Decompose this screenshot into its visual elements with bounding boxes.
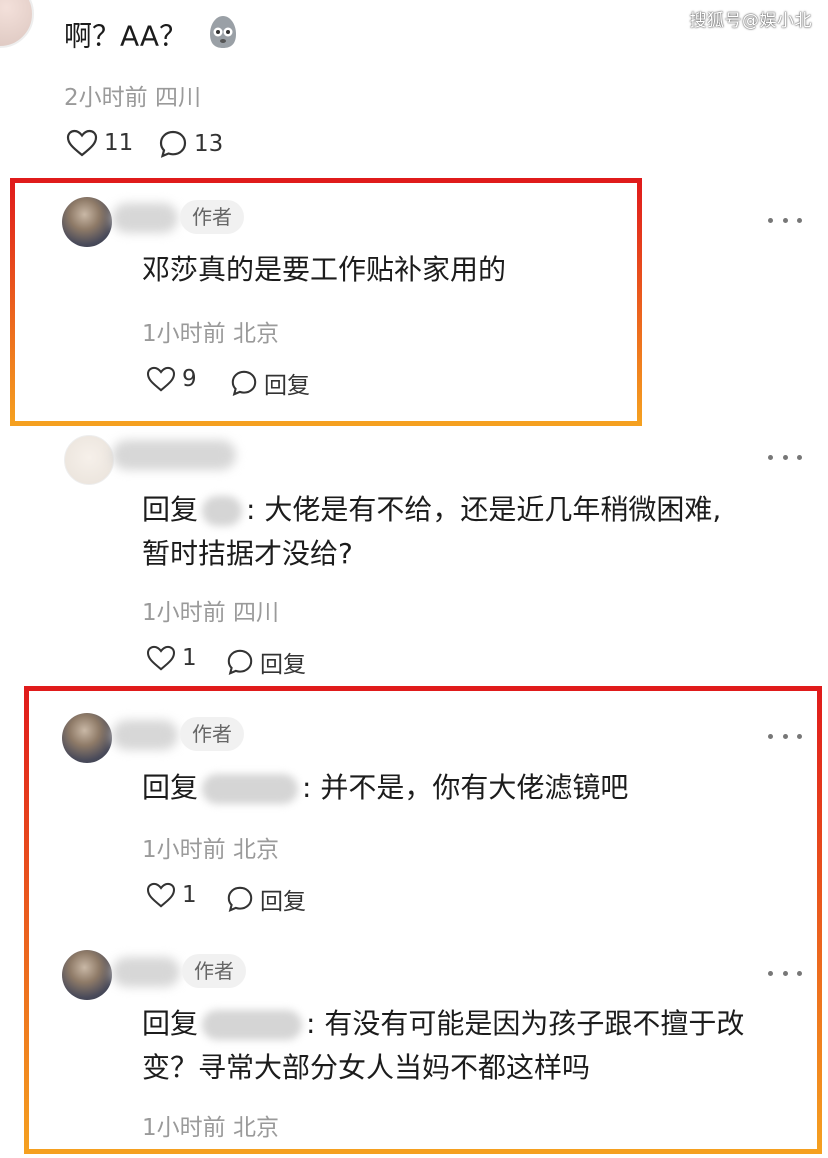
comment-icon bbox=[227, 886, 253, 912]
more-options-icon[interactable] bbox=[768, 215, 802, 225]
comment-meta: 1小时前 北京 bbox=[142, 837, 279, 863]
reply-label: 回复 bbox=[264, 373, 310, 399]
comment-text: 回复: 有没有可能是因为孩子跟不擅于改 bbox=[142, 1007, 745, 1040]
watermark: 搜狐号@娱小北 bbox=[689, 11, 812, 31]
username-blurred[interactable] bbox=[112, 203, 178, 233]
heart-icon bbox=[66, 129, 98, 157]
comment-meta: 1小时前 北京 bbox=[142, 1115, 279, 1141]
more-options-icon[interactable] bbox=[768, 968, 802, 978]
avatar[interactable] bbox=[64, 435, 114, 485]
author-badge: 作者 bbox=[180, 200, 244, 234]
reply-button[interactable]: 回复 bbox=[226, 645, 306, 679]
like-count: 1 bbox=[182, 882, 197, 908]
reply-label: 回复 bbox=[260, 652, 306, 678]
comment-icon bbox=[231, 370, 257, 396]
heart-icon bbox=[146, 366, 176, 392]
username-blurred[interactable] bbox=[112, 440, 236, 470]
comment-text-line2: 暂时拮据才没给? bbox=[142, 537, 353, 570]
comment-icon bbox=[159, 130, 187, 158]
username-blurred[interactable] bbox=[112, 720, 178, 750]
comment-text-line2: 变？寻常大部分女人当妈不都这样吗 bbox=[142, 1051, 591, 1084]
reply-button[interactable]: 回复 bbox=[230, 366, 310, 400]
comment-meta: 1小时前 四川 bbox=[142, 600, 279, 626]
author-badge: 作者 bbox=[182, 954, 246, 988]
mention-blurred[interactable] bbox=[202, 1010, 303, 1040]
like-button[interactable]: 1 bbox=[146, 645, 197, 671]
reply-label: 回复 bbox=[260, 889, 306, 915]
avatar[interactable] bbox=[62, 713, 112, 763]
reply-button[interactable]: 回复 bbox=[226, 882, 306, 916]
mention-blurred[interactable] bbox=[202, 774, 299, 804]
avatar[interactable] bbox=[0, 0, 34, 48]
like-button[interactable]: 11 bbox=[66, 129, 133, 157]
comment-text: 邓莎真的是要工作贴补家用的 bbox=[142, 253, 507, 286]
comment-icon bbox=[227, 649, 253, 675]
avatar[interactable] bbox=[62, 197, 112, 247]
comment-text: 回复: 并不是，你有大佬滤镜吧 bbox=[142, 771, 629, 804]
like-button[interactable]: 1 bbox=[146, 882, 197, 908]
comment-meta: 1小时前 北京 bbox=[142, 321, 279, 347]
avatar[interactable] bbox=[62, 950, 112, 1000]
heart-icon bbox=[146, 645, 176, 671]
like-count: 1 bbox=[182, 645, 197, 671]
like-count: 9 bbox=[182, 366, 197, 392]
more-options-icon[interactable] bbox=[768, 452, 802, 462]
mention-blurred[interactable] bbox=[202, 496, 243, 526]
like-button[interactable]: 9 bbox=[146, 366, 197, 392]
reply-count-button[interactable]: 13 bbox=[158, 129, 223, 159]
emoji-icon bbox=[206, 14, 240, 61]
heart-icon bbox=[146, 882, 176, 908]
comment-meta: 2小时前 四川 bbox=[64, 85, 201, 111]
author-badge: 作者 bbox=[180, 717, 244, 751]
more-options-icon[interactable] bbox=[768, 731, 802, 741]
reply-count: 13 bbox=[194, 131, 224, 157]
comment-text: 回复: 大佬是有不给，还是近几年稍微困难, bbox=[142, 493, 722, 526]
comment-text: 啊？AA？ bbox=[64, 14, 240, 61]
like-count: 11 bbox=[104, 130, 134, 156]
username-blurred[interactable] bbox=[112, 957, 180, 987]
